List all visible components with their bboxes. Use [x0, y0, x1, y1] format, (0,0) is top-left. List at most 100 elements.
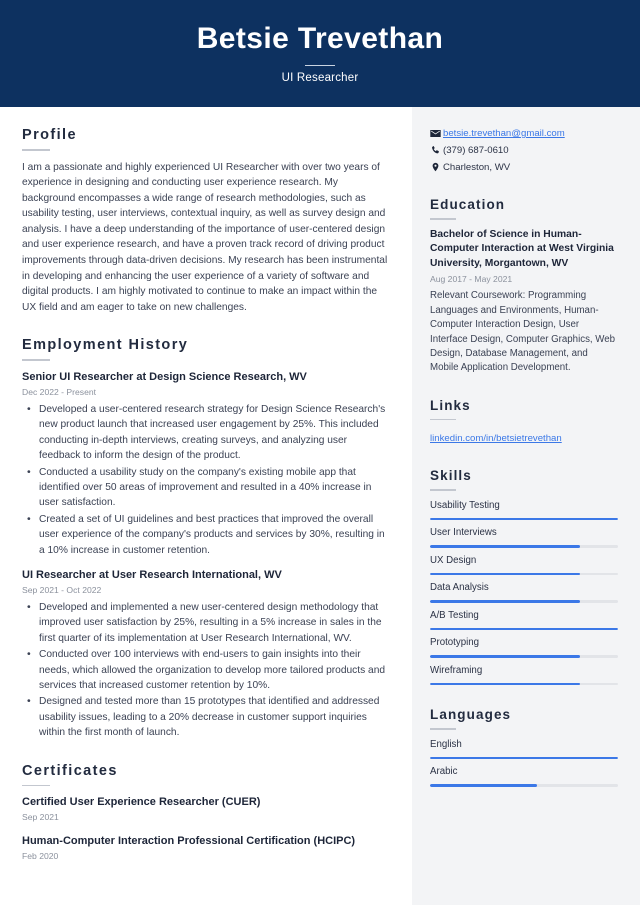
envelope-icon: [430, 128, 443, 139]
certificates-heading: Certificates: [22, 762, 118, 779]
employment-entry: Senior UI Researcher at Design Science R…: [22, 370, 390, 558]
skill-level-fill: [430, 600, 581, 603]
job-title: UI Researcher at User Research Internati…: [22, 569, 282, 581]
certificate-date: Sep 2021: [22, 812, 59, 823]
skill-level-fill: [430, 682, 581, 686]
skill-item: A/B Testing: [430, 609, 618, 631]
profile-text: I am a passionate and highly experienced…: [22, 161, 388, 313]
education-description: Relevant Coursework: Programming Languag…: [430, 290, 616, 374]
section-links: Links linkedin.com/in/betsietrevethan: [430, 398, 618, 447]
skill-level-bar: [430, 572, 618, 576]
phone-icon: [430, 145, 443, 156]
skill-label: Usability Testing: [430, 499, 500, 511]
employment-entry: UI Researcher at User Research Internati…: [22, 568, 390, 741]
links-heading: Links: [430, 397, 471, 413]
skill-label: A/B Testing: [430, 609, 479, 621]
location-text: Charleston, WV: [443, 162, 511, 173]
section-languages: Languages English Arabic: [430, 707, 618, 787]
job-bullet: Designed and tested more than 15 prototy…: [27, 694, 390, 740]
language-item: English: [430, 738, 618, 760]
job-bullet: Conducted a usability study on the compa…: [27, 465, 390, 511]
certificate-entry: Certified User Experience Researcher (CU…: [22, 795, 390, 823]
language-level-bar: [430, 784, 618, 787]
language-level-fill: [430, 756, 618, 760]
job-bullet: Conducted over 100 interviews with end-u…: [27, 647, 390, 693]
skill-level-fill: [430, 627, 618, 631]
contact-email-row: betsie.trevethan@gmail.com: [430, 127, 618, 141]
profile-heading: Profile: [22, 127, 77, 143]
contact-details: betsie.trevethan@gmail.com (379) 687-061…: [430, 127, 618, 175]
skill-level-bar: [430, 655, 618, 658]
skill-item: Data Analysis: [430, 581, 618, 603]
education-degree: Bachelor of Science in Human-Computer In…: [430, 228, 614, 269]
education-heading: Education: [430, 197, 506, 212]
contact-location-row: Charleston, WV: [430, 161, 618, 175]
skill-item: Usability Testing: [430, 499, 618, 521]
certificate-entry: Human-Computer Interaction Professional …: [22, 834, 390, 862]
resume-header: Betsie Trevethan UI Researcher: [0, 0, 640, 107]
section-rule: [430, 218, 456, 220]
section-rule: [22, 359, 50, 361]
phone-number: (379) 687-0610: [443, 145, 509, 156]
sidebar-column: betsie.trevethan@gmail.com (379) 687-061…: [412, 107, 640, 905]
skill-label: Data Analysis: [430, 582, 489, 594]
section-rule: [430, 489, 456, 491]
skill-level-bar: [430, 545, 618, 548]
section-employment-history: Employment History Senior UI Researcher …: [22, 337, 390, 740]
skill-level-fill: [430, 655, 581, 658]
section-rule: [22, 149, 50, 151]
job-date: Sep 2021 - Oct 2022: [22, 585, 102, 595]
education-date: Aug 2017 - May 2021: [430, 274, 513, 285]
skill-item: UX Design: [430, 554, 618, 576]
job-date: Dec 2022 - Present: [22, 386, 97, 397]
section-rule: [22, 784, 50, 787]
language-label: English: [430, 738, 462, 750]
job-bullet: Created a set of UI guidelines and best …: [27, 512, 390, 558]
skill-level-bar: [430, 600, 618, 603]
certificate-name: Human-Computer Interaction Professional …: [22, 835, 356, 848]
skill-item: Wireframing: [430, 664, 618, 686]
skill-label: Wireframing: [430, 664, 483, 676]
resume-document: Betsie Trevethan UI Researcher Profile I…: [0, 0, 640, 905]
job-bullet: Developed a user-centered research strat…: [27, 402, 390, 464]
language-level-bar: [430, 756, 618, 760]
map-pin-icon: [430, 162, 443, 173]
section-rule: [430, 418, 456, 421]
job-bullet-list: Developed and implemented a new user-cen…: [22, 600, 390, 741]
skill-label: User Interviews: [430, 527, 497, 539]
skill-level-bar: [430, 627, 618, 631]
linkedin-link[interactable]: linkedin.com/in/betsietrevethan: [430, 433, 562, 444]
job-title: Senior UI Researcher at Design Science R…: [22, 370, 307, 383]
section-rule: [430, 728, 456, 730]
language-item: Arabic: [430, 765, 618, 787]
skill-item: Prototyping: [430, 636, 618, 658]
skill-level-bar: [430, 682, 618, 686]
main-column: Profile I am a passionate and highly exp…: [0, 107, 412, 905]
job-bullet: Developed and implemented a new user-cen…: [27, 600, 390, 646]
section-skills: Skills Usability Testing User Interviews…: [430, 468, 618, 686]
section-education: Education Bachelor of Science in Human-C…: [430, 197, 618, 376]
section-certificates: Certificates Certified User Experience R…: [22, 763, 390, 863]
email-link[interactable]: betsie.trevethan@gmail.com: [443, 127, 565, 141]
skill-level-fill: [430, 545, 581, 548]
header-divider: [305, 65, 335, 66]
skill-label: UX Design: [430, 554, 477, 566]
resume-body: Profile I am a passionate and highly exp…: [0, 107, 640, 905]
skills-heading: Skills: [430, 468, 472, 484]
skill-level-bar: [430, 517, 618, 521]
contact-phone-row: (379) 687-0610: [430, 144, 618, 158]
certificate-date: Feb 2020: [22, 851, 59, 862]
skill-item: User Interviews: [430, 526, 618, 548]
certificate-name: Certified User Experience Researcher (CU…: [22, 796, 261, 809]
section-profile: Profile I am a passionate and highly exp…: [22, 127, 390, 315]
page-title: Betsie Trevethan: [196, 22, 444, 55]
skill-level-fill: [430, 572, 581, 576]
languages-heading: Languages: [430, 707, 512, 723]
language-level-fill: [430, 784, 538, 787]
skill-level-fill: [430, 517, 618, 521]
header-job-title: UI Researcher: [281, 72, 359, 84]
language-label: Arabic: [430, 766, 458, 778]
skill-label: Prototyping: [430, 637, 480, 649]
employment-heading: Employment History: [22, 337, 189, 354]
job-bullet-list: Developed a user-centered research strat…: [22, 402, 390, 558]
